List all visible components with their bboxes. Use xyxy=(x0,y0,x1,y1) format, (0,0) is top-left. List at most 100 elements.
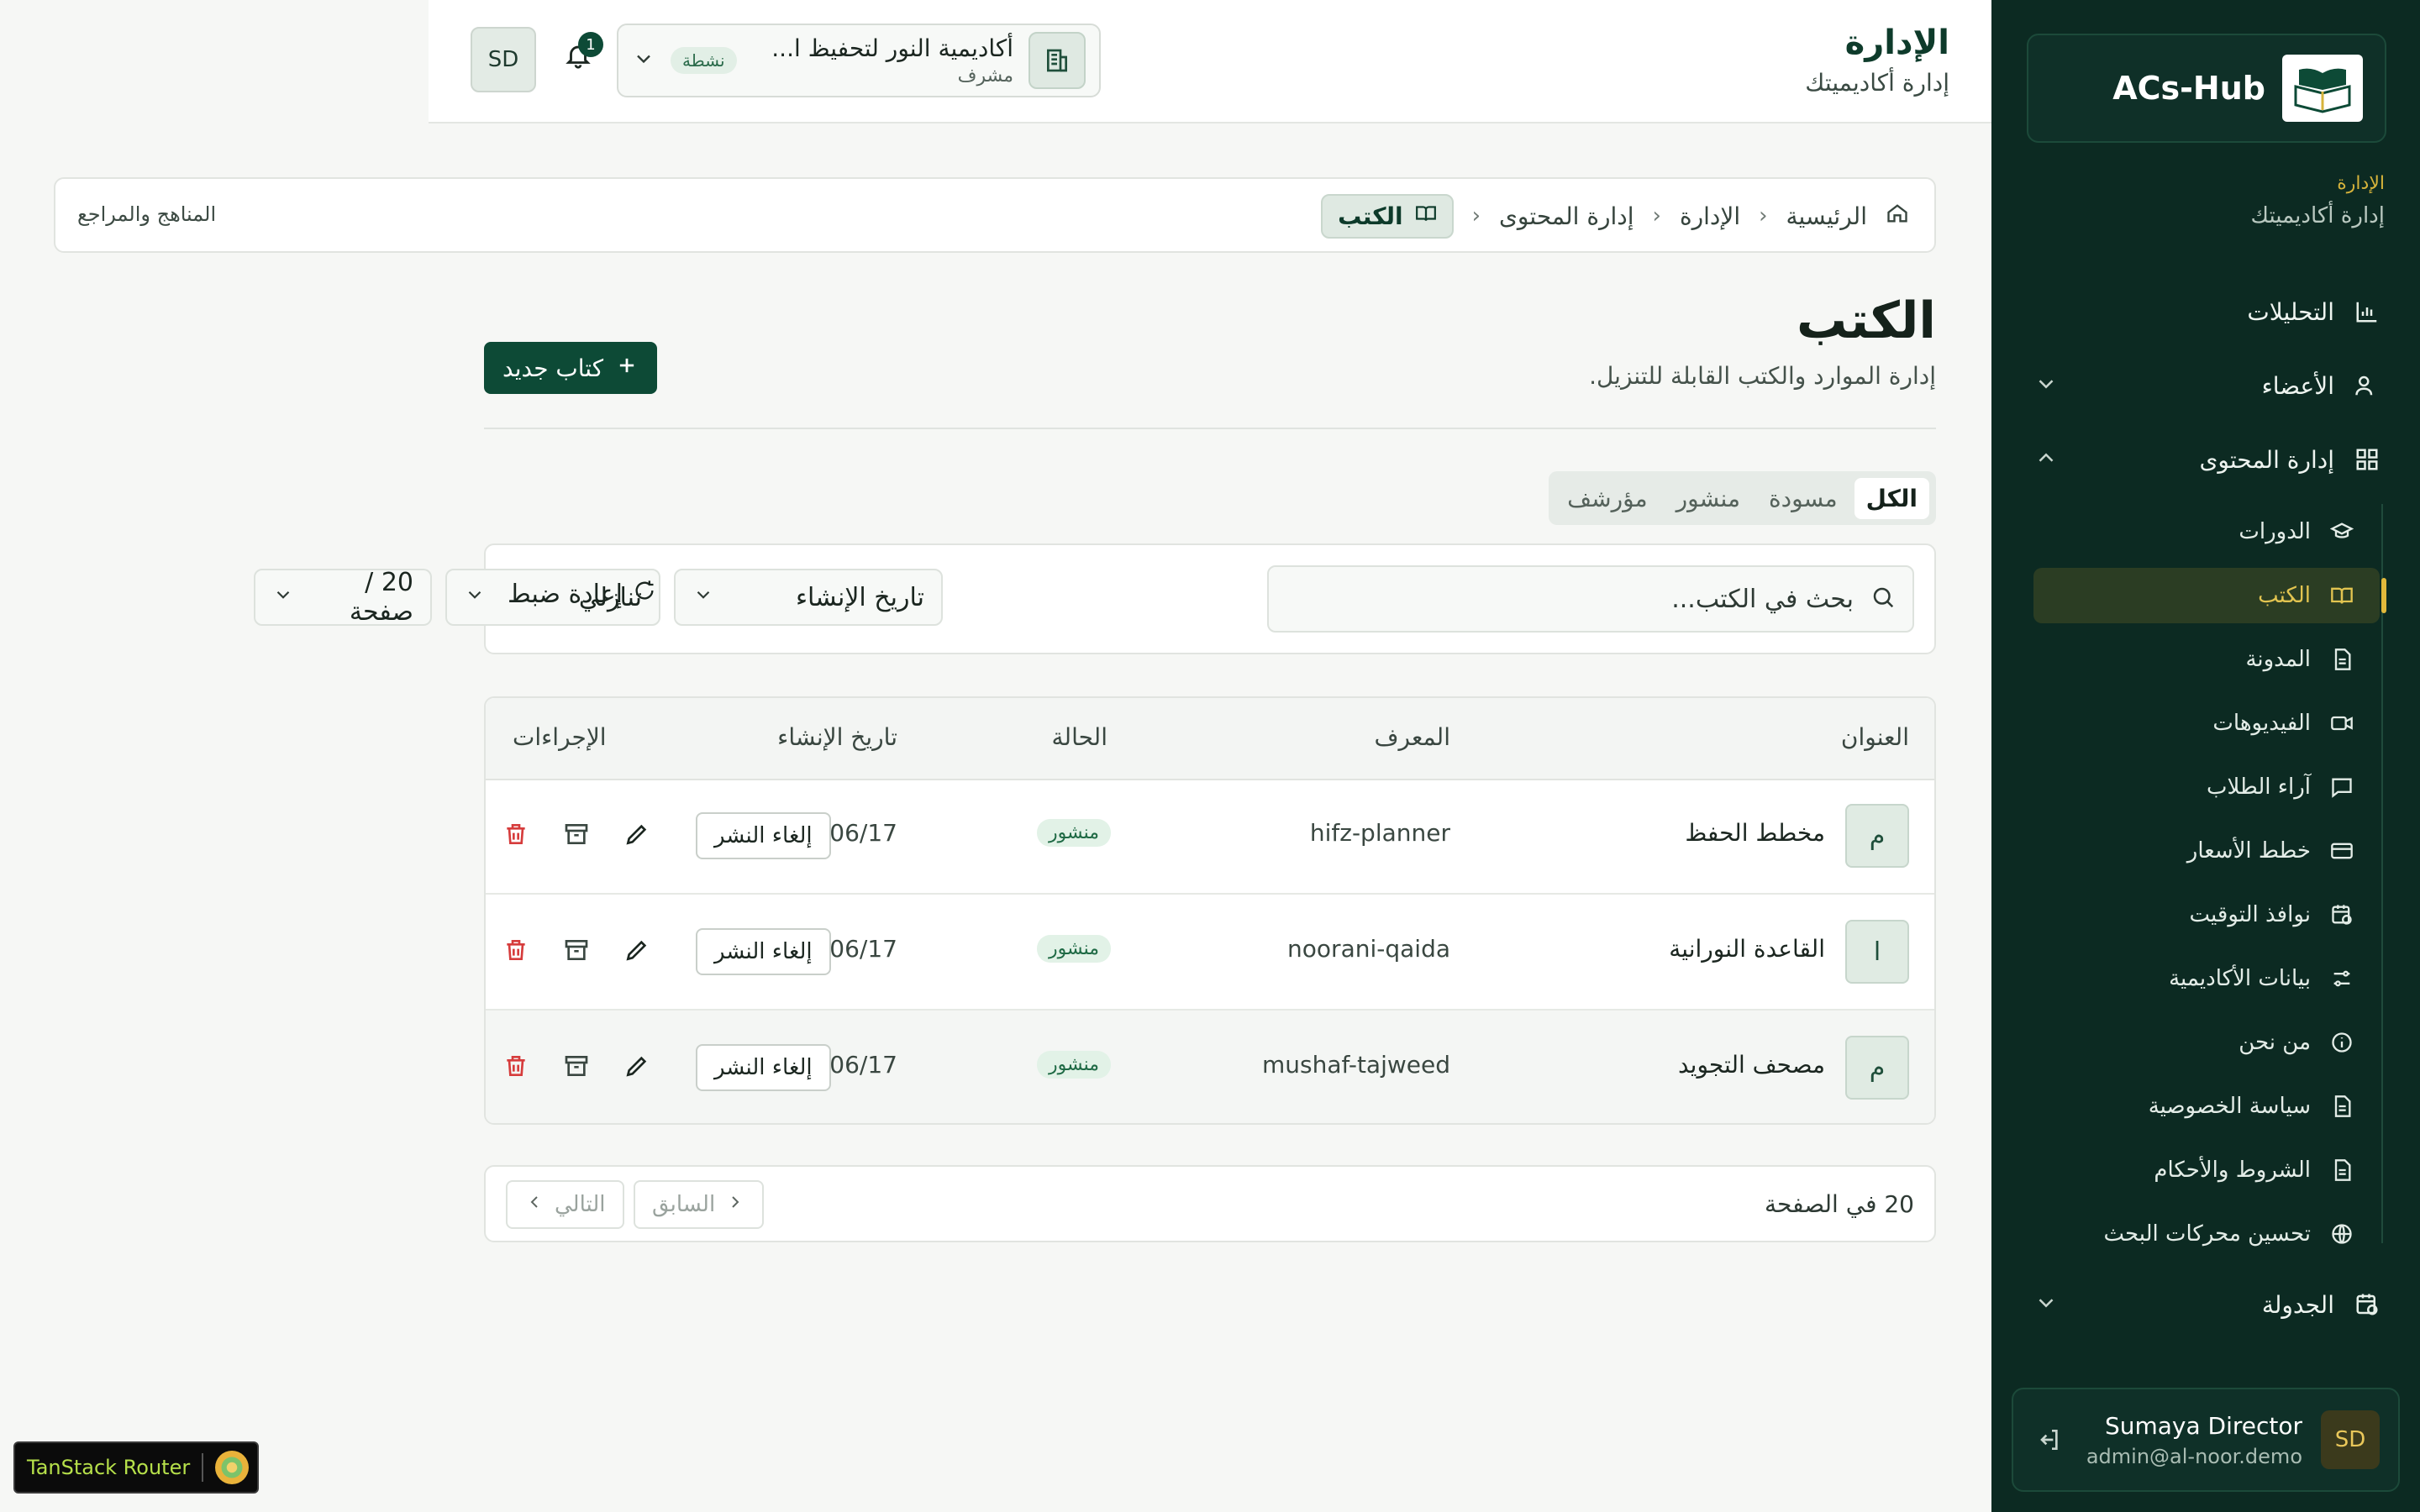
sidebar-item-label: المدونة xyxy=(2245,647,2311,672)
delete-icon[interactable] xyxy=(499,1049,533,1083)
search-icon xyxy=(1870,585,1896,613)
sidebar-item-pricing[interactable]: خطط الأسعار xyxy=(2033,823,2380,879)
chart-icon xyxy=(2353,297,2381,326)
sidebar-item-label: سياسة الخصوصية xyxy=(2148,1094,2311,1119)
grid-icon xyxy=(2353,445,2381,474)
delete-icon[interactable] xyxy=(499,817,533,851)
unpublish-button[interactable]: إلغاء النشر xyxy=(696,928,831,975)
sidebar-item-schedule[interactable]: الجدولة xyxy=(2012,1278,2400,1331)
book-title: مخطط الحفظ xyxy=(1685,819,1825,847)
academy-switcher[interactable]: أكاديمية النور لتحفيظ ا... مشرف نشطة xyxy=(617,24,1101,97)
new-book-label: كتاب جديد xyxy=(502,354,604,382)
new-book-button[interactable]: كتاب جديد xyxy=(484,342,658,394)
chevron-down-icon xyxy=(692,583,714,612)
sidebar-item-time-windows[interactable]: نوافذ التوقيت xyxy=(2033,887,2380,942)
tab-archived[interactable]: مؤرشف xyxy=(1555,478,1659,519)
status-tabs: الكل مسودة منشور مؤرشف xyxy=(1549,471,1936,525)
info-icon xyxy=(2329,1030,2354,1055)
table-header: العنوان المعرف الحالة تاريخ الإنشاء الإج… xyxy=(486,698,1934,780)
column-slug: المعرف xyxy=(1374,723,1450,751)
book-title: مصحف التجويد xyxy=(1677,1051,1825,1079)
header-avatar[interactable]: SD xyxy=(471,27,536,92)
sidebar-item-label: من نحن xyxy=(2238,1030,2311,1055)
academy-info: أكاديمية النور لتحفيظ ا... مشرف xyxy=(752,34,1013,87)
sidebar-item-blog[interactable]: المدونة xyxy=(2033,632,2380,687)
sidebar-item-books[interactable]: الكتب xyxy=(2033,568,2386,623)
page-title: الكتب xyxy=(1797,291,1936,350)
notifications-button[interactable]: 1 xyxy=(560,32,603,76)
home-icon xyxy=(1886,202,1909,231)
breadcrumb: الرئيسية ‹ الإدارة ‹ إدارة المحتوى ‹ الك… xyxy=(54,177,1936,253)
archive-icon[interactable] xyxy=(560,933,593,967)
archive-icon[interactable] xyxy=(560,1049,593,1083)
unpublish-button[interactable]: إلغاء النشر xyxy=(696,812,831,859)
divider xyxy=(484,428,1936,429)
table-row[interactable]: ا القاعدة النورانية noorani-qaida منشور … xyxy=(486,895,1934,1011)
page-size-select[interactable]: 20 / صفحة xyxy=(254,568,432,627)
search-box xyxy=(1267,565,1914,633)
previous-label: السابق xyxy=(652,1192,716,1217)
books-table: العنوان المعرف الحالة تاريخ الإنشاء الإج… xyxy=(484,696,1936,1125)
app-root: ACs-Hub الإدارة إدارة أكاديميتك التحليلا… xyxy=(0,0,2420,1512)
book-initial: م xyxy=(1845,1036,1909,1100)
unpublish-button[interactable]: إلغاء النشر xyxy=(696,1044,831,1091)
sidebar-item-seo[interactable]: تحسين محركات البحث xyxy=(2033,1206,2380,1262)
delete-icon[interactable] xyxy=(499,933,533,967)
edit-icon[interactable] xyxy=(620,1049,654,1083)
sidebar-item-content[interactable]: إدارة المحتوى xyxy=(2012,433,2400,486)
reset-button[interactable]: إعادة ضبط xyxy=(508,579,656,609)
brand[interactable]: ACs-Hub xyxy=(2027,34,2386,143)
breadcrumb-admin[interactable]: الإدارة xyxy=(1680,202,1740,230)
sidebar-item-label: خطط الأسعار xyxy=(2186,838,2311,864)
filters-bar: تاريخ الإنشاء تنازلي 20 / صفحة xyxy=(254,543,1936,654)
breadcrumb-side-text: المناهج والمراجع xyxy=(77,202,217,226)
video-icon xyxy=(2329,711,2354,736)
breadcrumb-home[interactable]: الرئيسية xyxy=(1786,202,1867,230)
user-name: Sumaya Director xyxy=(2104,1411,2302,1440)
subnav-line xyxy=(2381,504,2383,1243)
document-icon xyxy=(2329,1158,2354,1183)
plus-icon xyxy=(615,354,639,383)
sidebar-item-privacy[interactable]: سياسة الخصوصية xyxy=(2033,1079,2380,1134)
table-row[interactable]: م مصحف التجويد mushaf-tajweed منشور 2026… xyxy=(486,1011,1934,1123)
sort-field-value: تاريخ الإنشاء xyxy=(795,582,924,612)
table-row[interactable]: م مخطط الحفظ hifz-planner منشور 2026/06/… xyxy=(486,779,1934,895)
sidebar-item-members[interactable]: الأعضاء xyxy=(2012,360,2400,412)
logout-icon[interactable] xyxy=(2032,1423,2065,1457)
sidebar-item-testimonials[interactable]: آراء الطلاب xyxy=(2033,759,2380,815)
archive-icon[interactable] xyxy=(560,817,593,851)
user-email: admin@al-noor.demo xyxy=(2086,1444,2302,1468)
tab-draft[interactable]: مسودة xyxy=(1757,478,1849,519)
page-size-value: 20 / صفحة xyxy=(349,568,413,627)
sidebar-item-about[interactable]: من نحن xyxy=(2033,1015,2380,1070)
breadcrumb-current-label: الكتب xyxy=(1338,202,1403,230)
sidebar-item-analytics[interactable]: التحليلات xyxy=(2012,286,2400,338)
reset-label: إعادة ضبط xyxy=(508,579,623,609)
devtools-label: TanStack Router xyxy=(27,1456,191,1479)
sidebar-item-terms[interactable]: الشروط والأحكام xyxy=(2033,1142,2380,1198)
breadcrumb-content[interactable]: إدارة المحتوى xyxy=(1499,202,1634,230)
sidebar-item-courses[interactable]: الدورات xyxy=(2033,504,2380,559)
previous-page-button[interactable]: السابق xyxy=(634,1180,765,1229)
tab-published[interactable]: منشور xyxy=(1665,478,1752,519)
sidebar-item-label: الأعضاء xyxy=(2261,371,2334,400)
edit-icon[interactable] xyxy=(620,817,654,851)
calendar-clock-icon xyxy=(2329,902,2354,927)
status-badge: نشطة xyxy=(671,47,737,74)
sort-field-select[interactable]: تاريخ الإنشاء xyxy=(674,569,943,626)
sidebar-item-academy-data[interactable]: بيانات الأكاديمية xyxy=(2033,951,2380,1006)
message-icon xyxy=(2329,774,2354,800)
chevron-up-icon xyxy=(2030,445,2059,474)
user-card[interactable]: SD Sumaya Director admin@al-noor.demo xyxy=(2012,1388,2400,1492)
router-devtools-button[interactable]: TanStack Router xyxy=(13,1441,260,1494)
book-title: القاعدة النورانية xyxy=(1669,935,1825,963)
tab-all[interactable]: الكل xyxy=(1854,477,1929,519)
sidebar-item-videos[interactable]: الفيديوهات xyxy=(2033,696,2380,751)
edit-icon[interactable] xyxy=(620,933,654,967)
top-header: الإدارة إدارة أكاديميتك أكاديمية النور ل… xyxy=(429,0,1991,123)
search-input[interactable] xyxy=(1286,583,1855,615)
globe-icon xyxy=(2329,1221,2354,1247)
divider xyxy=(202,1453,204,1482)
next-page-button[interactable]: التالي xyxy=(506,1180,624,1229)
column-title: العنوان xyxy=(1840,723,1909,751)
